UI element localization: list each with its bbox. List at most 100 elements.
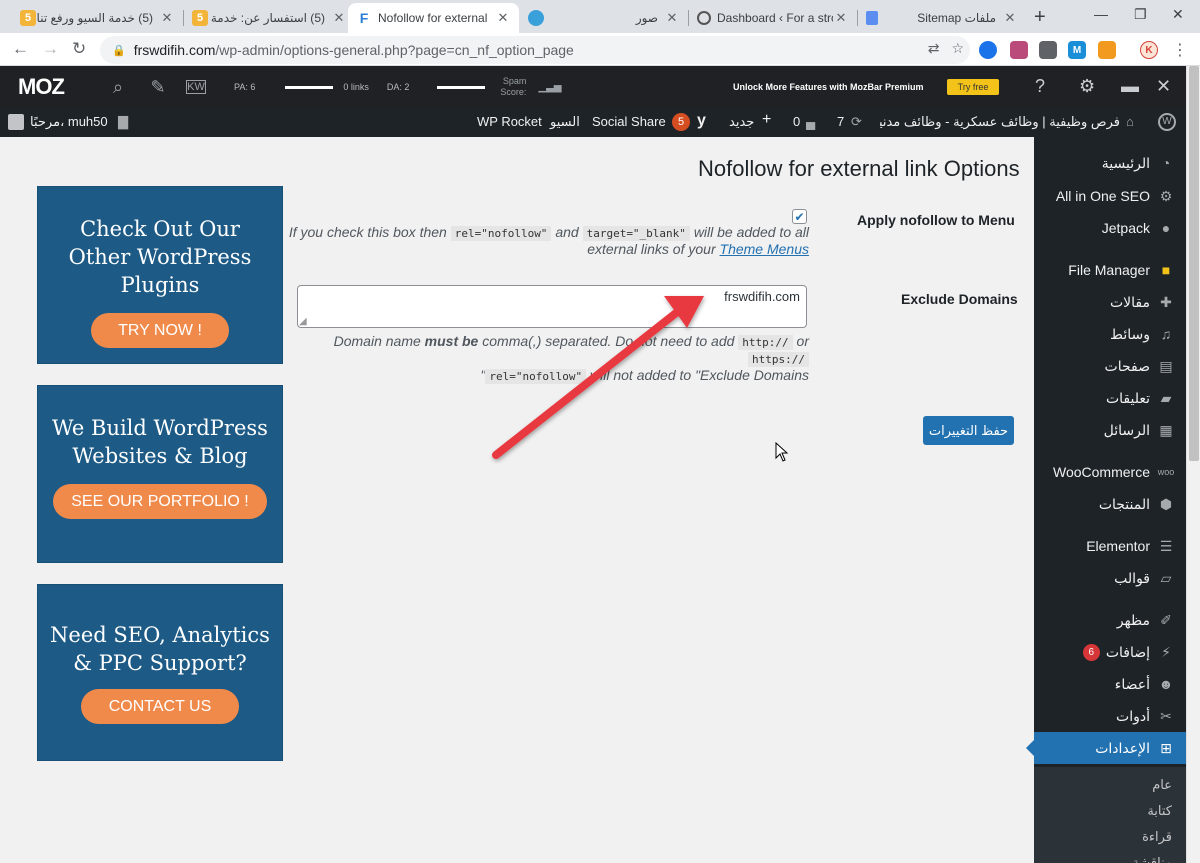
try-now-button[interactable]: TRY NOW ! <box>91 313 229 348</box>
profile-avatar[interactable]: K <box>1140 41 1158 59</box>
close-icon[interactable]: ✕ <box>495 10 511 26</box>
yoast-icon[interactable]: y <box>697 112 706 130</box>
browser-tab-active[interactable]: F Nofollow for external ✕ <box>348 3 519 33</box>
star-icon[interactable]: ☆ <box>951 40 964 57</box>
sidebar-item-appearance[interactable]: مظهر ✐ <box>1034 604 1186 636</box>
url-input[interactable]: 🔒 frswdifih.com/wp-admin/options-general… <box>100 36 970 64</box>
extension-icon[interactable] <box>1098 41 1116 59</box>
close-window-button[interactable]: ✕ <box>1172 6 1184 23</box>
reload-button[interactable]: ↻ <box>72 39 86 59</box>
help-icon[interactable]: ? <box>1035 76 1045 97</box>
submenu-item-discussion[interactable]: مناقشة <box>1132 855 1172 863</box>
submenu-item-reading[interactable]: قراءة <box>1142 829 1172 845</box>
keyword-icon[interactable]: KW <box>186 80 206 94</box>
sidebar-item-label: الرسائل <box>1103 421 1150 438</box>
sidebar-item-all-in-one-seo[interactable]: All in One SEO ⚙ <box>1034 180 1186 212</box>
yoast-badge[interactable]: 5 <box>672 113 690 131</box>
close-icon[interactable]: ✕ <box>1002 10 1018 26</box>
see-portfolio-button[interactable]: SEE OUR PORTFOLIO ! <box>53 484 267 519</box>
seo-menu[interactable]: السيو <box>550 114 580 130</box>
browser-tab[interactable]: ملفات Sitemap ✕ <box>858 3 1026 33</box>
browser-tab[interactable]: 5 (5) استفسار عن: خدمة ✕ <box>184 3 355 33</box>
sidebar-item-templates[interactable]: قوالب ▱ <box>1034 562 1186 594</box>
extension-icon[interactable] <box>979 41 997 59</box>
home-icon[interactable]: ⌂ <box>1126 114 1134 129</box>
sidebar-item-pages[interactable]: صفحات ▤ <box>1034 350 1186 382</box>
close-icon[interactable]: ✕ <box>1156 76 1171 97</box>
sidebar-item-tools[interactable]: أدوات ✂ <box>1034 700 1186 732</box>
gear-icon[interactable]: ⚙ <box>1079 76 1095 97</box>
sidebar-item-label: الرئيسية <box>1101 154 1150 171</box>
menu-description: If you check this box then rel="nofollow… <box>288 224 809 241</box>
browser-tab[interactable]: Dashboard ‹ For a stro ✕ <box>689 3 857 33</box>
collapse-icon[interactable]: ▬ <box>1121 76 1139 97</box>
translate-icon[interactable]: ⇄ <box>928 40 940 57</box>
pencil-icon[interactable]: ✎ <box>146 77 170 98</box>
close-icon[interactable]: ✕ <box>833 10 849 26</box>
theme-menus-link[interactable]: Theme Menus <box>720 241 809 257</box>
sidebar-item-woocommerce[interactable]: WooCommerce woo <box>1034 456 1186 488</box>
comments-count[interactable]: 0 <box>793 114 800 129</box>
save-changes-button[interactable]: حفظ التغييرات <box>923 416 1014 445</box>
sidebar-item-media[interactable]: وسائط ♫ <box>1034 318 1186 350</box>
sidebar-item-label: الإعدادات <box>1095 739 1150 756</box>
close-icon[interactable]: ✕ <box>664 10 680 26</box>
plus-icon[interactable]: + <box>762 111 771 129</box>
sidebar-item-jetpack[interactable]: Jetpack ● <box>1034 212 1186 244</box>
greeting[interactable]: مرحبًا، muh50 <box>30 114 108 130</box>
exclude-domains-textarea[interactable]: frswdifih.com <box>297 285 807 328</box>
code-target-blank: target="_blank" <box>582 226 690 241</box>
sidebar-item-products[interactable]: المنتجات ⬢ <box>1034 488 1186 520</box>
extension-icon[interactable] <box>1010 41 1028 59</box>
tab-title: ملفات Sitemap <box>917 11 996 25</box>
sidebar-item-file-manager[interactable]: File Manager ■ <box>1034 254 1186 286</box>
updates-count[interactable]: 7 <box>837 114 844 129</box>
avatar[interactable] <box>8 114 24 130</box>
social-share-menu[interactable]: Social Share <box>592 114 666 129</box>
page-scrollbar[interactable] <box>1186 66 1200 863</box>
tab-title: (5) خدمة السيو ورفع تنا <box>36 11 153 25</box>
minimize-button[interactable]: — <box>1094 6 1108 22</box>
browser-tab[interactable]: صور ✕ <box>520 3 688 33</box>
page-icon: ▤ <box>1159 357 1173 374</box>
form-icon: ▦ <box>1159 421 1173 438</box>
url-path: /wp-admin/options-general.php?page=cn_nf… <box>215 42 574 58</box>
resize-handle-icon[interactable]: ◢ <box>299 316 307 327</box>
extension-icon[interactable]: M <box>1068 41 1086 59</box>
restore-button[interactable]: ❐ <box>1134 6 1147 23</box>
sidebar-item-messages[interactable]: الرسائل ▦ <box>1034 414 1186 446</box>
more-menu-icon[interactable]: ⋮ <box>1172 40 1188 60</box>
new-content-menu[interactable]: جديد <box>729 114 754 130</box>
new-tab-button[interactable]: + <box>1034 6 1046 29</box>
extension-icon[interactable] <box>1039 41 1057 59</box>
dashboard-icon: ◔ <box>1161 155 1171 171</box>
contact-us-button[interactable]: CONTACT US <box>81 689 239 724</box>
notes-icon[interactable]: ▇ <box>118 114 128 130</box>
moz-logo[interactable]: MOZ <box>18 74 90 100</box>
submenu-item-writing[interactable]: كتابة <box>1147 803 1172 819</box>
sidebar-item-dashboard[interactable]: الرئيسية ◔ <box>1034 147 1186 179</box>
mouse-cursor-icon <box>775 442 789 462</box>
sidebar-item-settings[interactable]: الإعدادات ⊞ <box>1026 732 1186 764</box>
sidebar-item-users[interactable]: أعضاء ☻ <box>1034 668 1186 700</box>
try-free-button[interactable]: Try free <box>947 79 999 95</box>
back-button[interactable]: ← <box>12 39 29 59</box>
sidebar-item-plugins[interactable]: 6 إضافات ⚡ <box>1034 636 1186 668</box>
submenu-item-general[interactable]: عام <box>1152 777 1172 793</box>
sidebar-item-posts[interactable]: مقالات ✚ <box>1034 286 1186 318</box>
page-title: Nofollow for external link Options <box>698 156 1020 181</box>
browser-tab[interactable]: 5 (5) خدمة السيو ورفع تنا ✕ <box>12 3 183 33</box>
wordpress-icon[interactable]: W <box>1158 113 1176 131</box>
sidebar-item-comments[interactable]: تعليقات ▰ <box>1034 382 1186 414</box>
site-name-menu[interactable]: فرص وظيفية | وظائف عسكرية - وظائف مدنية.… <box>880 114 1120 130</box>
page-analysis-icon[interactable]: ⌕ <box>106 77 130 98</box>
comment-icon[interactable]: ▄ <box>806 114 815 129</box>
sidebar-item-elementor[interactable]: Elementor ☰ <box>1034 530 1186 562</box>
forward-button[interactable]: → <box>42 39 59 59</box>
scrollbar-thumb[interactable] <box>1189 66 1199 461</box>
close-icon[interactable]: ✕ <box>159 10 175 26</box>
updates-icon[interactable]: ⟳ <box>851 114 862 130</box>
apply-nofollow-menu-checkbox[interactable]: ✔ <box>792 209 807 224</box>
close-icon[interactable]: ✕ <box>331 10 347 26</box>
wp-rocket-menu[interactable]: WP Rocket <box>477 114 542 129</box>
